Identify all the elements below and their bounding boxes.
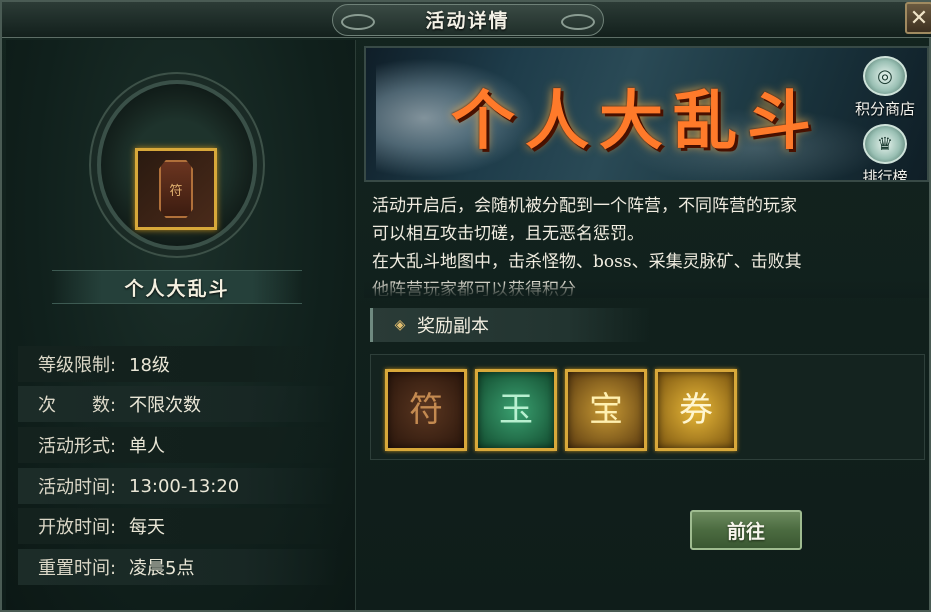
window-title: 活动详情 (425, 10, 510, 32)
reward-item-token[interactable]: 符 (385, 369, 467, 451)
ranking-icon[interactable]: ♛ (863, 124, 907, 164)
info-value: 单人 (129, 436, 165, 457)
info-value: 13:00-13:20 (129, 475, 240, 497)
info-label: 次 数: (38, 395, 117, 416)
info-value: 不限次数 (129, 395, 201, 416)
description-line: 活动开启后，会随机被分配到一个阵营，不同阵营的玩家 (372, 196, 797, 216)
info-label: 重置时间: (38, 558, 117, 579)
description-line: 可以相互攻击切磋，且无恶名惩罚。 (372, 224, 644, 244)
activity-detail-window: 活动详情 ✕ 符 个人大乱斗 等级限制: 18级 次 数: 不限次数 活动形式:… (0, 0, 931, 612)
coin-icon[interactable]: ◎ (863, 56, 907, 96)
reward-list: 符 玉 宝 券 (370, 354, 925, 460)
info-value: 18级 (129, 355, 170, 376)
token-glyph: 符 (159, 160, 193, 218)
info-row-format: 活动形式: 单人 (18, 427, 338, 463)
go-button[interactable]: 前往 (690, 510, 802, 550)
jade-token-icon: 玉 (499, 390, 533, 430)
reward-title: 奖励副本 (417, 316, 489, 337)
token-icon: 符 (409, 390, 443, 430)
activity-banner: 个人大乱斗 ◎ 积分商店 ♛ 排行榜 (364, 46, 929, 182)
reward-item-chest[interactable]: 宝 (565, 369, 647, 451)
banner-title: 个人大乱斗 (451, 84, 821, 159)
info-label: 等级限制: (38, 355, 117, 376)
info-row-reset: 重置时间: 凌晨5点 (18, 549, 338, 585)
info-row-level: 等级限制: 18级 (18, 346, 338, 382)
info-label: 开放时间: (38, 517, 117, 538)
treasure-chest-icon: 宝 (589, 390, 623, 430)
reward-header: ◈ 奖励副本 (370, 308, 650, 342)
activity-token-icon: 符 (135, 148, 217, 230)
description-line: 在大乱斗地图中，击杀怪物、boss、采集灵脉矿、击败其 (372, 252, 802, 272)
diamond-icon: ◈ (394, 317, 406, 333)
ranking-label[interactable]: 排行榜 (850, 166, 920, 180)
reward-item-ticket[interactable]: 券 (655, 369, 737, 451)
ranking-button[interactable]: ♛ 排行榜 (850, 124, 920, 180)
points-shop-button[interactable]: ◎ 积分商店 (850, 56, 920, 119)
description-fade (364, 280, 929, 298)
info-row-time: 活动时间: 13:00-13:20 (18, 468, 338, 504)
close-icon[interactable]: ✕ (910, 6, 928, 31)
info-row-open: 开放时间: 每天 (18, 508, 338, 544)
activity-name: 个人大乱斗 (124, 278, 230, 300)
info-row-count: 次 数: 不限次数 (18, 386, 338, 422)
info-label: 活动形式: (38, 436, 117, 457)
points-shop-label[interactable]: 积分商店 (850, 98, 920, 119)
info-value: 凌晨5点 (129, 558, 195, 579)
info-label: 活动时间: (38, 477, 117, 498)
close-button[interactable]: ✕ (905, 2, 931, 34)
reward-item-jade[interactable]: 玉 (475, 369, 557, 451)
info-value: 每天 (129, 517, 165, 538)
right-panel: 个人大乱斗 ◎ 积分商店 ♛ 排行榜 活动开启后，会随机被分配到一个阵营，不同阵… (360, 42, 929, 610)
gold-ticket-icon: 券 (679, 390, 713, 430)
